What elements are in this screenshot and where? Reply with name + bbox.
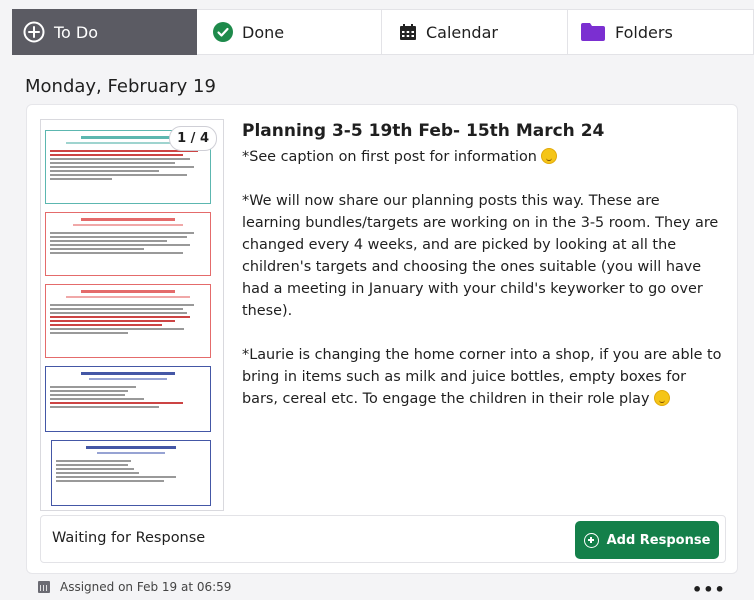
document-section bbox=[45, 284, 211, 358]
folder-icon bbox=[580, 22, 606, 42]
document-section bbox=[45, 366, 211, 432]
more-options-icon[interactable]: ••• bbox=[692, 580, 726, 599]
document-section bbox=[51, 440, 211, 506]
add-response-label: Add Response bbox=[606, 532, 711, 548]
response-bar: Waiting for Response Add Response bbox=[40, 515, 726, 563]
check-circle-icon bbox=[213, 22, 233, 42]
tab-label: Folders bbox=[615, 22, 673, 42]
add-response-button[interactable]: Add Response bbox=[575, 521, 719, 559]
caption-line: *See caption on first post for informati… bbox=[242, 146, 722, 168]
smile-emoji-icon bbox=[541, 148, 558, 164]
tab-label: Done bbox=[242, 22, 285, 42]
post-paragraph: *We will now share our planning posts th… bbox=[242, 193, 719, 319]
assigned-text: Assigned on Feb 19 at 06:59 bbox=[60, 580, 232, 594]
plus-circle-icon bbox=[23, 21, 45, 43]
tab-calendar[interactable]: Calendar bbox=[382, 9, 568, 55]
post-title: Planning 3-5 19th Feb- 15th March 24 bbox=[242, 121, 605, 141]
grin-emoji-icon bbox=[654, 390, 671, 406]
plus-circle-icon bbox=[583, 532, 599, 548]
tab-done[interactable]: Done bbox=[197, 9, 382, 55]
planning-image-thumbnail[interactable]: 1 / 4 bbox=[40, 119, 224, 511]
tab-label: To Do bbox=[54, 22, 99, 42]
calendar-icon bbox=[399, 23, 417, 41]
post-paragraph: *Laurie is changing the home corner into… bbox=[242, 347, 722, 407]
document-section bbox=[45, 212, 211, 276]
calendar-icon bbox=[38, 581, 50, 593]
tab-to-do[interactable]: To Do bbox=[12, 9, 197, 55]
image-counter-badge: 1 / 4 bbox=[169, 126, 217, 151]
response-status: Waiting for Response bbox=[52, 530, 206, 546]
assigned-info: Assigned on Feb 19 at 06:59 bbox=[38, 580, 231, 594]
tab-label: Calendar bbox=[426, 22, 498, 42]
post-card: 1 / 4 Planning 3-5 19th Feb- 15th March … bbox=[26, 104, 738, 574]
tab-bar: To Do Done Calendar Folders bbox=[12, 9, 754, 55]
post-body: *See caption on first post for informati… bbox=[242, 146, 722, 432]
date-heading: Monday, February 19 bbox=[25, 76, 216, 97]
tab-folders[interactable]: Folders bbox=[568, 9, 754, 55]
